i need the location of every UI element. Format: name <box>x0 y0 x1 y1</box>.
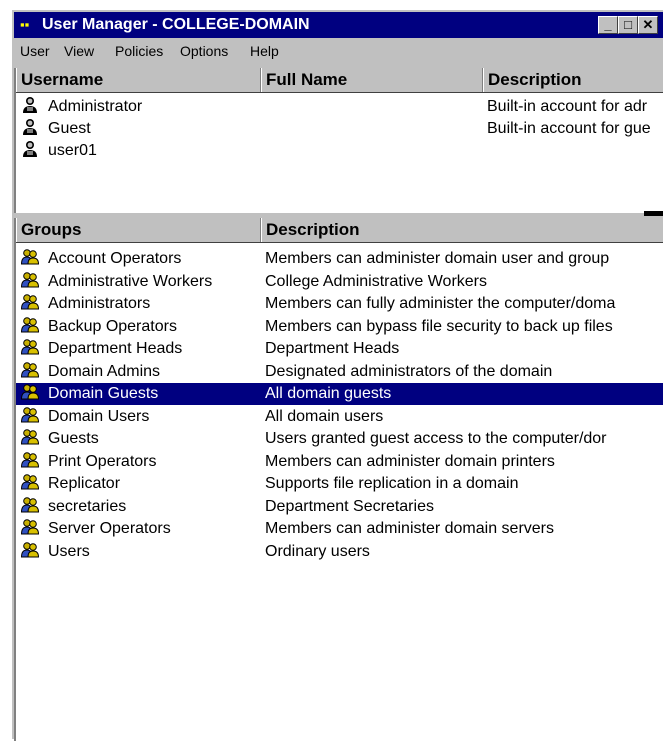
user-row[interactable]: user01 <box>16 140 663 162</box>
group-name: Domain Guests <box>48 385 159 402</box>
group-name: Print Operators <box>48 452 157 470</box>
group-description: Members can fully administer the compute… <box>265 295 616 312</box>
group-row[interactable]: Users Ordinary users <box>16 541 663 563</box>
minimize-button[interactable]: _ <box>598 16 618 34</box>
group-description: Department Secretaries <box>265 497 434 515</box>
group-description: Ordinary users <box>265 542 370 560</box>
group-description: All domain guests <box>265 385 392 402</box>
group-name: Account Operators <box>48 250 182 267</box>
user-description: Built-in account for gue <box>487 120 651 137</box>
close-button[interactable]: ✕ <box>638 16 658 34</box>
group-description: All domain users <box>265 407 384 425</box>
maximize-button[interactable]: □ <box>618 16 638 34</box>
group-name: Department Heads <box>48 340 183 357</box>
group-description: Department Heads <box>265 340 400 357</box>
group-icon <box>20 293 40 310</box>
groups-header: Groups Description <box>16 218 663 243</box>
groups-list[interactable]: Groups Description Account Operators Memb… <box>14 218 663 741</box>
group-description: Users granted guest access to the comput… <box>265 430 607 447</box>
column-user-description[interactable]: Description <box>483 68 663 92</box>
menu-user[interactable]: User <box>20 40 50 62</box>
menu-policies[interactable]: Policies <box>115 40 163 62</box>
group-description: Supports file replication in a domain <box>265 475 519 492</box>
group-icon <box>20 316 40 333</box>
group-row[interactable]: Department Heads Department Heads <box>16 338 663 360</box>
group-name: Replicator <box>48 475 121 492</box>
group-description: Members can administer domain servers <box>265 520 554 537</box>
group-row[interactable]: Print Operators Members can administer do… <box>16 451 663 473</box>
group-description: College Administrative Workers <box>265 272 488 290</box>
group-icon <box>20 428 40 445</box>
users-list[interactable]: Username Full Name Description Administr… <box>14 68 663 214</box>
user-icon <box>21 140 39 157</box>
group-name: Domain Admins <box>48 362 161 380</box>
user-row[interactable]: Administrator Built-in account for adr <box>16 96 663 118</box>
group-row[interactable]: Replicator Supports file replication in a… <box>16 473 663 495</box>
user-username: Administrator <box>48 98 143 115</box>
horizontal-scrollbar-thumb[interactable] <box>644 211 663 216</box>
group-icon <box>20 496 40 513</box>
user-username: user01 <box>48 142 97 159</box>
menu-view[interactable]: View <box>64 40 94 62</box>
group-row[interactable]: Domain Users All domain users <box>16 406 663 428</box>
user-username: Guest <box>48 120 91 137</box>
group-row[interactable]: Guests Users granted guest access to the … <box>16 428 663 450</box>
group-icon <box>20 473 40 490</box>
user-description: Built-in account for adr <box>487 98 648 115</box>
user-row[interactable]: Guest Built-in account for gue <box>16 118 663 140</box>
group-description: Members can bypass file security to back… <box>265 317 613 335</box>
group-name: Guests <box>48 430 99 447</box>
user-icon <box>21 118 39 135</box>
group-name: secretaries <box>48 497 127 515</box>
window-title: User Manager - COLLEGE-DOMAIN <box>42 16 310 33</box>
user-manager-window: ▪▪ User Manager - COLLEGE-DOMAIN _ □ ✕ U… <box>10 8 663 741</box>
group-description: Designated administrators of the domain <box>265 362 553 380</box>
group-name: Users <box>48 542 90 560</box>
group-icon <box>20 406 40 423</box>
group-icon <box>20 271 40 288</box>
column-group-description[interactable]: Description <box>261 218 663 242</box>
column-full-name[interactable]: Full Name <box>261 68 483 92</box>
menu-help[interactable]: Help <box>250 40 279 62</box>
group-icon <box>20 383 40 400</box>
menu-options[interactable]: Options <box>180 40 228 62</box>
group-row[interactable]: secretaries Department Secretaries <box>16 496 663 518</box>
group-row[interactable]: Account Operators Members can administer … <box>16 248 663 270</box>
user-manager-icon: ▪▪ <box>20 17 30 32</box>
group-name: Administrative Workers <box>48 272 213 290</box>
user-icon <box>21 96 39 113</box>
group-row[interactable]: Backup Operators Members can bypass file … <box>16 316 663 338</box>
group-description: Members can administer domain printers <box>265 452 555 470</box>
group-name: Domain Users <box>48 407 150 425</box>
title-bar[interactable]: ▪▪ User Manager - COLLEGE-DOMAIN _ □ ✕ <box>14 12 663 38</box>
users-header: Username Full Name Description <box>16 68 663 93</box>
group-icon <box>20 338 40 355</box>
column-username[interactable]: Username <box>16 68 261 92</box>
group-row[interactable]: Administrative Workers College Administra… <box>16 271 663 293</box>
group-row[interactable]: Domain Admins Designated administrators o… <box>16 361 663 383</box>
group-icon <box>20 518 40 535</box>
group-row[interactable]: Server Operators Members can administer d… <box>16 518 663 540</box>
group-row[interactable]: Administrators Members can fully administ… <box>16 293 663 315</box>
group-icon <box>20 248 40 265</box>
group-name: Administrators <box>48 295 151 312</box>
group-icon <box>20 451 40 468</box>
group-description: Members can administer domain user and g… <box>265 250 610 267</box>
group-name: Server Operators <box>48 520 171 537</box>
group-icon <box>20 541 40 558</box>
group-name: Backup Operators <box>48 317 177 335</box>
menu-bar: User View Policies Options Help <box>14 40 663 62</box>
group-row[interactable]: Domain Guests All domain guests <box>16 383 663 405</box>
group-icon <box>20 361 40 378</box>
column-groups[interactable]: Groups <box>16 218 261 242</box>
